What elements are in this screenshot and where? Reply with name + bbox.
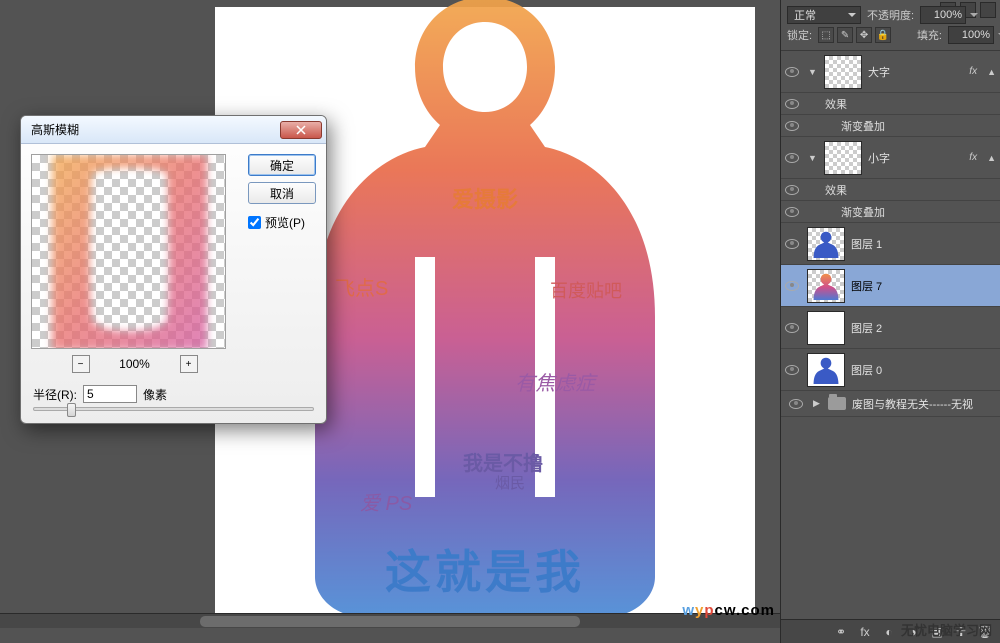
horizontal-scrollbar[interactable] <box>0 613 780 628</box>
layers-panel: 正常 不透明度: 100% 锁定: ⬚ ✎ ✥ 🔒 填充: 100% ▼ 大字 … <box>780 0 1000 643</box>
group-name[interactable]: 废图与教程无关------无视 <box>852 396 1000 412</box>
fx-expand[interactable]: ▲ <box>987 67 996 77</box>
opacity-value[interactable]: 100% <box>920 6 966 24</box>
blend-mode-dropdown[interactable]: 正常 <box>787 6 861 24</box>
lock-all-icon[interactable]: 🔒 <box>875 27 891 43</box>
visibility-toggle[interactable] <box>785 365 799 375</box>
thumb-figure-icon <box>810 356 842 384</box>
close-icon <box>296 125 306 135</box>
dialog-titlebar[interactable]: 高斯模糊 <box>21 116 326 144</box>
zoom-value: 100% <box>112 357 158 371</box>
overlay-text-3: 有焦虑症 <box>515 367 595 396</box>
layer-thumbnail[interactable] <box>807 227 845 261</box>
layer-thumbnail[interactable] <box>807 269 845 303</box>
layer-effect-item[interactable]: 渐变叠加 <box>781 115 1000 137</box>
effects-label: 效果 <box>825 182 847 198</box>
visibility-toggle[interactable] <box>785 99 799 109</box>
fill-label: 填充: <box>917 27 942 43</box>
gaussian-blur-dialog: 高斯模糊 − 10 <box>20 115 327 424</box>
zoom-out-button[interactable]: − <box>72 355 90 373</box>
visibility-toggle[interactable] <box>785 207 799 217</box>
thumb-figure-icon <box>810 272 842 300</box>
layer-name[interactable]: 图层 0 <box>851 362 996 378</box>
main-headline: 这就是我 <box>385 536 585 602</box>
expand-toggle[interactable]: ▶ <box>811 398 822 409</box>
layer-row[interactable]: 图层 0 <box>781 349 1000 391</box>
visibility-toggle[interactable] <box>785 281 799 291</box>
layer-name[interactable]: 图层 2 <box>851 320 996 336</box>
ok-button[interactable]: 确定 <box>248 154 316 176</box>
overlay-text-6: 爱 PS <box>360 487 412 516</box>
layer-mask-icon[interactable]: ◐ <box>880 623 898 641</box>
overlay-text-2: 百度贴吧 <box>550 277 622 303</box>
layer-effect-item[interactable]: 渐变叠加 <box>781 201 1000 223</box>
layer-row[interactable]: 图层 1 <box>781 223 1000 265</box>
thumb-figure-icon <box>810 230 842 258</box>
overlay-text-1: 爱摄影 <box>452 182 518 214</box>
effects-label: 效果 <box>825 96 847 112</box>
zoom-in-button[interactable]: + <box>180 355 198 373</box>
link-layers-icon[interactable]: ⚭ <box>832 623 850 641</box>
layer-row-selected[interactable]: 图层 7 <box>781 265 1000 307</box>
layer-style-icon[interactable]: fx <box>856 623 874 641</box>
radius-slider[interactable] <box>33 407 314 411</box>
lock-position-icon[interactable]: ✥ <box>856 27 872 43</box>
close-button[interactable] <box>280 121 322 139</box>
fill-value[interactable]: 100% <box>948 26 994 44</box>
lock-transparency-icon[interactable]: ⬚ <box>818 27 834 43</box>
visibility-toggle[interactable] <box>785 185 799 195</box>
figure-silhouette <box>295 0 675 617</box>
layer-thumbnail[interactable] <box>824 55 862 89</box>
overlay-text-7: 飞点S <box>335 272 388 301</box>
layer-thumbnail[interactable] <box>824 141 862 175</box>
effect-gradient-overlay: 渐变叠加 <box>841 118 885 134</box>
preview-box[interactable] <box>31 154 226 349</box>
preview-checkbox-label: 预览(P) <box>265 214 305 231</box>
folder-icon <box>828 397 846 410</box>
layer-effect-row[interactable]: 效果 <box>781 93 1000 115</box>
layer-effect-row[interactable]: 效果 <box>781 179 1000 201</box>
radius-slider-thumb[interactable] <box>67 403 76 417</box>
watermark-text: 无忧电脑学习网 <box>901 620 992 639</box>
fx-badge: fx <box>969 152 979 163</box>
layer-row[interactable]: ▼ 小字 fx ▲ <box>781 137 1000 179</box>
visibility-toggle[interactable] <box>785 239 799 249</box>
layer-thumbnail[interactable] <box>807 311 845 345</box>
watermark-url: wypcw.com <box>682 602 775 619</box>
visibility-toggle[interactable] <box>785 67 799 77</box>
fx-expand[interactable]: ▲ <box>987 153 996 163</box>
preview-checkbox[interactable] <box>248 216 261 229</box>
visibility-toggle[interactable] <box>785 153 799 163</box>
effect-gradient-overlay: 渐变叠加 <box>841 204 885 220</box>
expand-toggle[interactable]: ▼ <box>807 66 818 77</box>
panel-icon-3[interactable] <box>980 2 996 18</box>
layers-list: ▼ 大字 fx ▲ 效果 渐变叠加 ▼ 小字 fx ▲ 效果 <box>781 51 1000 619</box>
cancel-button[interactable]: 取消 <box>248 182 316 204</box>
layer-name[interactable]: 图层 1 <box>851 236 996 252</box>
opacity-label: 不透明度: <box>867 7 914 23</box>
visibility-toggle[interactable] <box>785 121 799 131</box>
overlay-text-5: 烟民 <box>495 472 525 493</box>
lock-paint-icon[interactable]: ✎ <box>837 27 853 43</box>
scrollbar-thumb[interactable] <box>200 616 580 627</box>
visibility-toggle[interactable] <box>789 399 803 409</box>
preview-content <box>32 155 226 349</box>
radius-input[interactable] <box>83 385 137 403</box>
layer-row[interactable]: 图层 2 <box>781 307 1000 349</box>
radius-unit: 像素 <box>143 386 167 403</box>
visibility-toggle[interactable] <box>785 323 799 333</box>
fx-badge: fx <box>969 66 979 77</box>
radius-label: 半径(R): <box>33 386 77 403</box>
layer-thumbnail[interactable] <box>807 353 845 387</box>
layer-group-row[interactable]: ▶ 废图与教程无关------无视 <box>781 391 1000 417</box>
preview-checkbox-row[interactable]: 预览(P) <box>248 214 316 231</box>
layer-row[interactable]: ▼ 大字 fx ▲ <box>781 51 1000 93</box>
dialog-title: 高斯模糊 <box>31 121 79 138</box>
layer-name[interactable]: 小字 <box>868 150 963 166</box>
expand-toggle[interactable]: ▼ <box>807 152 818 163</box>
layer-name[interactable]: 图层 7 <box>851 278 996 294</box>
lock-label: 锁定: <box>787 27 812 43</box>
layer-name[interactable]: 大字 <box>868 64 963 80</box>
